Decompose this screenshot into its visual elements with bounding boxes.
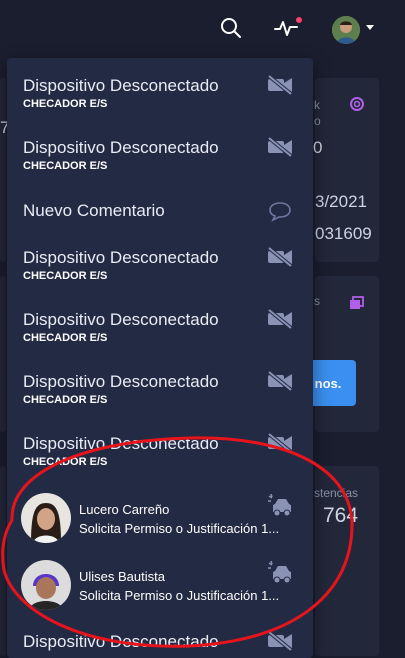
card-value: 0 [313,138,323,157]
notification-subtitle: CHECADOR E/S [23,332,108,344]
video-off-icon [266,74,294,96]
support-icon [349,96,365,117]
card-value: 764 [323,504,359,527]
card-label: stencias [314,486,359,500]
notification-subtitle: CHECADOR E/S [23,160,108,172]
window-icon [349,296,364,315]
notification-title: Dispositivo Desconectado [23,372,219,391]
card-label: o [314,114,321,128]
notification-item[interactable]: Dispositivo Desconectado CHECADOR E/S [7,366,313,428]
caret-down-icon[interactable] [366,25,374,30]
video-off-icon [266,432,294,454]
video-off-icon [266,136,294,158]
notification-title: Dispositivo Desconectado [23,632,219,651]
notification-title: Dispositivo Desconectado [23,310,219,329]
top-navbar [0,0,405,58]
notification-item[interactable]: Dispositivo Desconectado CHECADOR E/S [7,58,313,120]
notification-subtitle: CHECADOR E/S [23,394,108,406]
comment-icon [266,200,294,222]
avatar [21,560,71,610]
notification-title: Nuevo Comentario [23,201,165,220]
person-notification[interactable]: Lucero Carreño Solicita Permiso o Justif… [7,488,313,548]
notification-title: Dispositivo Desconectado [23,76,219,95]
activity-icon[interactable] [274,16,298,40]
card-date: 3/2021 [315,192,367,211]
notification-item[interactable]: Nuevo Comentario [7,182,313,242]
notification-subtitle: CHECADOR E/S [23,98,108,110]
notification-title: Dispositivo Desconectado [23,248,219,267]
avatar[interactable] [332,16,360,44]
car-crash-icon [267,493,295,518]
video-off-icon [266,370,294,392]
stat-card [0,466,6,656]
notification-item[interactable]: Dispositivo Desconectado CHECADOR E/S [7,120,313,182]
notification-item[interactable]: Dispositivo Desconectado [7,624,313,658]
notification-title: Dispositivo Desconectado [23,434,219,453]
video-off-icon [266,308,294,330]
video-off-icon [266,246,294,268]
card-label: k [314,98,320,112]
car-crash-icon [267,560,295,585]
person-name: Lucero Carreño [79,502,170,517]
person-notification[interactable]: Ulises Bautista Solicita Permiso o Justi… [7,555,313,615]
card-id: 031609 [315,224,372,243]
notification-item[interactable]: Dispositivo Desconectado CHECADOR E/S [7,304,313,366]
stat-card [0,276,6,432]
notification-item[interactable]: Dispositivo Desconectado CHECADOR E/S [7,428,313,490]
video-off-icon [266,630,294,652]
notification-title: Dispositivo Desconectado [23,138,219,157]
stat-card [315,276,379,432]
person-description: Solicita Permiso o Justificación 1... [79,521,280,536]
notification-subtitle: CHECADOR E/S [23,270,108,282]
notification-subtitle: CHECADOR E/S [23,456,108,468]
person-name: Ulises Bautista [79,569,165,584]
avatar [21,493,71,543]
search-icon[interactable] [219,16,243,40]
notification-dot [296,17,302,23]
notification-item[interactable]: Dispositivo Desconectado CHECADOR E/S [7,242,313,304]
person-description: Solicita Permiso o Justificación 1... [79,588,280,603]
stat-card [0,78,6,262]
notifications-dropdown: Dispositivo Desconectado CHECADOR E/S Di… [7,58,313,658]
card-label: s [314,294,320,308]
